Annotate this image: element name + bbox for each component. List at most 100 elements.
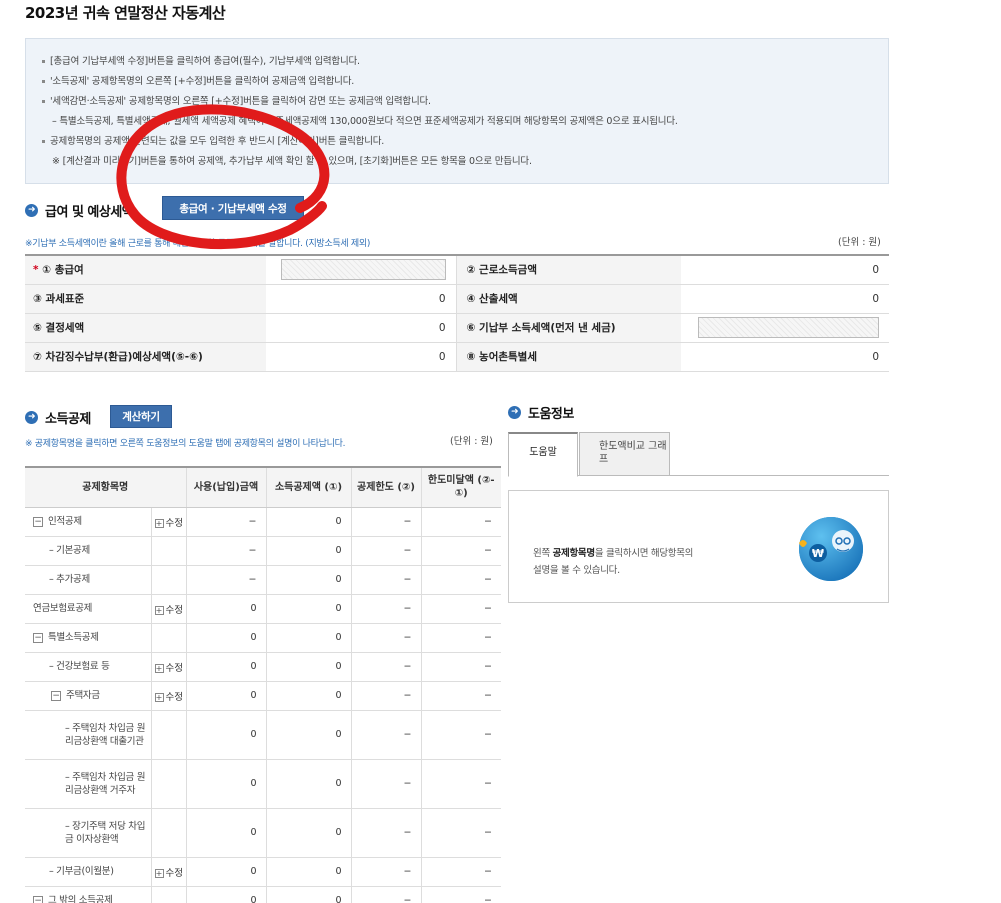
deduction-limit-value: − xyxy=(350,857,421,887)
deduction-short-value: − xyxy=(420,507,501,537)
deduction-item-name[interactable]: – 건강보험료 등 xyxy=(25,652,151,682)
deduction-row: − 인적공제 + 수정 −0− − xyxy=(25,507,501,537)
deduction-item-label[interactable]: – 기본공제 xyxy=(49,545,90,556)
salary-value-text: 0 xyxy=(438,321,446,334)
edit-button[interactable]: 수정 xyxy=(166,663,183,674)
salary-label: ⑧ 농어촌특별세 xyxy=(455,342,681,372)
deduction-used-value: 0 xyxy=(185,886,266,903)
edit-button[interactable]: 수정 xyxy=(166,868,183,879)
collapse-toggle-icon[interactable]: − xyxy=(51,690,61,701)
deduction-item-name[interactable]: – 주택임차 차입금 원리금상환액 대출기관 xyxy=(25,710,151,760)
edit-cell xyxy=(150,886,186,903)
column-header: 소득공제액 (①) xyxy=(265,467,351,508)
edit-cell[interactable]: + 수정 xyxy=(150,652,186,682)
collapse-toggle-icon[interactable]: − xyxy=(33,632,43,643)
deduction-item-label[interactable]: – 주택임차 차입금 원리금상환액 대출기관 xyxy=(65,723,145,747)
deduction-item-name[interactable]: − 특별소득공제 xyxy=(25,623,151,653)
deduction-limit-value: − xyxy=(350,623,421,653)
deduction-row: – 주택임차 차입금 원리금상환액 대출기관 0 0− − xyxy=(25,710,501,760)
deduction-item-name[interactable]: – 추가공제 xyxy=(25,565,151,595)
edit-button[interactable]: 수정 xyxy=(166,605,183,616)
edit-cell[interactable]: + 수정 xyxy=(150,594,186,624)
tab-help[interactable]: 도움말 xyxy=(508,432,578,477)
salary-row: * ① 총급여 ② 근로소득금액 0 xyxy=(25,255,889,285)
plus-icon[interactable]: + xyxy=(154,605,164,615)
salary-row: ③ 과세표준 0 ④ 산출세액 0 xyxy=(25,284,889,314)
edit-cell xyxy=(150,623,186,653)
bullet-icon xyxy=(42,140,45,143)
notice-text: '세액감면·소득공제' 공제항목명의 오른쪽 [+수정]버튼을 클릭하여 감면 … xyxy=(50,96,431,107)
edit-button[interactable]: 수정 xyxy=(166,692,183,703)
deduction-item-label[interactable]: – 주택임차 차입금 원리금상환액 거주자 xyxy=(65,772,145,796)
deduction-used-value: 0 xyxy=(185,594,266,624)
deduction-short-value: − xyxy=(420,594,501,624)
edit-salary-tax-button[interactable]: 총급여 · 기납부세액 수정 xyxy=(162,196,304,220)
deduction-used-value: 0 xyxy=(185,652,266,682)
deduction-item-label[interactable]: – 추가공제 xyxy=(49,574,90,585)
calculate-button[interactable]: 계산하기 xyxy=(110,405,172,428)
salary-value[interactable] xyxy=(681,313,889,343)
deduction-used-value: 0 xyxy=(185,857,266,887)
deduction-short-value: − xyxy=(420,565,501,595)
salary-value[interactable] xyxy=(266,255,456,285)
plus-icon[interactable]: + xyxy=(154,663,164,673)
help-content-box: 왼쪽 공제항목명을 클릭하시면 해당항목의 설명을 볼 수 있습니다. ₩ xyxy=(508,490,889,603)
prepaid-tax-input[interactable] xyxy=(698,317,879,338)
edit-cell[interactable]: + 수정 xyxy=(150,857,186,887)
deduction-item-label[interactable]: 주택자금 xyxy=(66,690,100,701)
salary-value: 0 xyxy=(266,284,456,314)
deduction-deduct-value: 0 xyxy=(265,507,351,537)
deduction-item-label[interactable]: – 장기주택 저당 차입금 이자상환액 xyxy=(65,821,145,845)
edit-button[interactable]: 수정 xyxy=(166,518,183,529)
deduction-deduct-value: 0 xyxy=(265,594,351,624)
deduction-deduct-value: 0 xyxy=(265,623,351,653)
edit-cell[interactable]: + 수정 xyxy=(150,681,186,711)
deduction-item-label[interactable]: – 건강보험료 등 xyxy=(49,661,110,672)
deduction-item-name[interactable]: − 주택자금 xyxy=(25,681,151,711)
collapse-toggle-icon[interactable]: − xyxy=(33,895,43,903)
notice-text: ※ [계산결과 미리보기]버튼을 통하여 공제액, 추가납부 세액 확인 할 수… xyxy=(52,156,532,167)
deduction-used-value: 0 xyxy=(185,710,266,760)
deduction-item-label[interactable]: 그 밖의 소득공제 xyxy=(48,895,113,903)
help-text-suffix: 을 클릭하시면 해당항목의 xyxy=(594,548,694,559)
deduction-item-label[interactable]: – 기부금(이월분) xyxy=(49,866,114,877)
edit-cell xyxy=(150,710,186,760)
deduction-item-label[interactable]: 인적공제 xyxy=(48,516,82,527)
deduction-item-name[interactable]: – 장기주택 저당 차입금 이자상환액 xyxy=(25,808,151,858)
deduction-item-name[interactable]: − 그 밖의 소득공제 xyxy=(25,886,151,903)
plus-icon[interactable]: + xyxy=(154,868,164,878)
deduction-row: – 주택임차 차입금 원리금상환액 거주자 0 0− − xyxy=(25,759,501,809)
help-text: 왼쪽 공제항목명을 클릭하시면 해당항목의 설명을 볼 수 있습니다. xyxy=(533,545,693,579)
collapse-toggle-icon[interactable]: − xyxy=(33,516,43,527)
deduction-item-name[interactable]: 연금보험료공제 xyxy=(25,594,151,624)
notice-line: 공제항목명의 공제액 관련되는 값을 모두 입력한 후 반드시 [계산하기]버튼… xyxy=(42,132,874,152)
deduction-limit-value: − xyxy=(350,565,421,595)
deduction-short-value: − xyxy=(420,710,501,760)
deduction-short-value: − xyxy=(420,808,501,858)
plus-icon[interactable]: + xyxy=(154,518,164,528)
arrow-circle-icon: ➜ xyxy=(25,204,38,217)
deduction-item-name[interactable]: – 기본공제 xyxy=(25,536,151,566)
salary-label-text: ⑧ 농어촌특별세 xyxy=(466,351,538,363)
total-salary-input[interactable] xyxy=(280,259,446,281)
deduction-item-name[interactable]: − 인적공제 xyxy=(25,507,151,537)
deduction-item-label[interactable]: 연금보험료공제 xyxy=(33,603,92,614)
tab-limit-graph[interactable]: 한도액비교 그래프 xyxy=(579,432,670,476)
salary-row: ⑦ 차감징수납부(환급)예상세액(⑤-⑥) 0 ⑧ 농어촌특별세 0 xyxy=(25,342,889,372)
deduction-row: – 추가공제 −0− − xyxy=(25,565,501,595)
deduction-short-value: − xyxy=(420,623,501,653)
deduction-item-name[interactable]: – 주택임차 차입금 원리금상환액 거주자 xyxy=(25,759,151,809)
deduction-deduct-value: 0 xyxy=(265,710,351,760)
bullet-icon xyxy=(42,80,45,83)
salary-value-text: 0 xyxy=(438,350,446,363)
notice-line: [총급여 기납부세액 수정]버튼을 클릭하여 총급여(필수), 기납부세액 입력… xyxy=(42,52,874,72)
edit-cell xyxy=(150,759,186,809)
deduction-used-value: 0 xyxy=(185,759,266,809)
deduction-item-label[interactable]: 특별소득공제 xyxy=(48,632,99,643)
plus-icon[interactable]: + xyxy=(154,692,164,702)
deduction-item-name[interactable]: – 기부금(이월분) xyxy=(25,857,151,887)
salary-table: * ① 총급여 ② 근로소득금액 0 ③ 과세표준 0 ④ 산출세액 0 ⑤ 결정세액 0 ⑥… xyxy=(25,254,889,372)
deduction-short-value: − xyxy=(420,759,501,809)
edit-cell[interactable]: + 수정 xyxy=(150,507,186,537)
deduction-row: − 특별소득공제 0 0− − xyxy=(25,623,501,653)
